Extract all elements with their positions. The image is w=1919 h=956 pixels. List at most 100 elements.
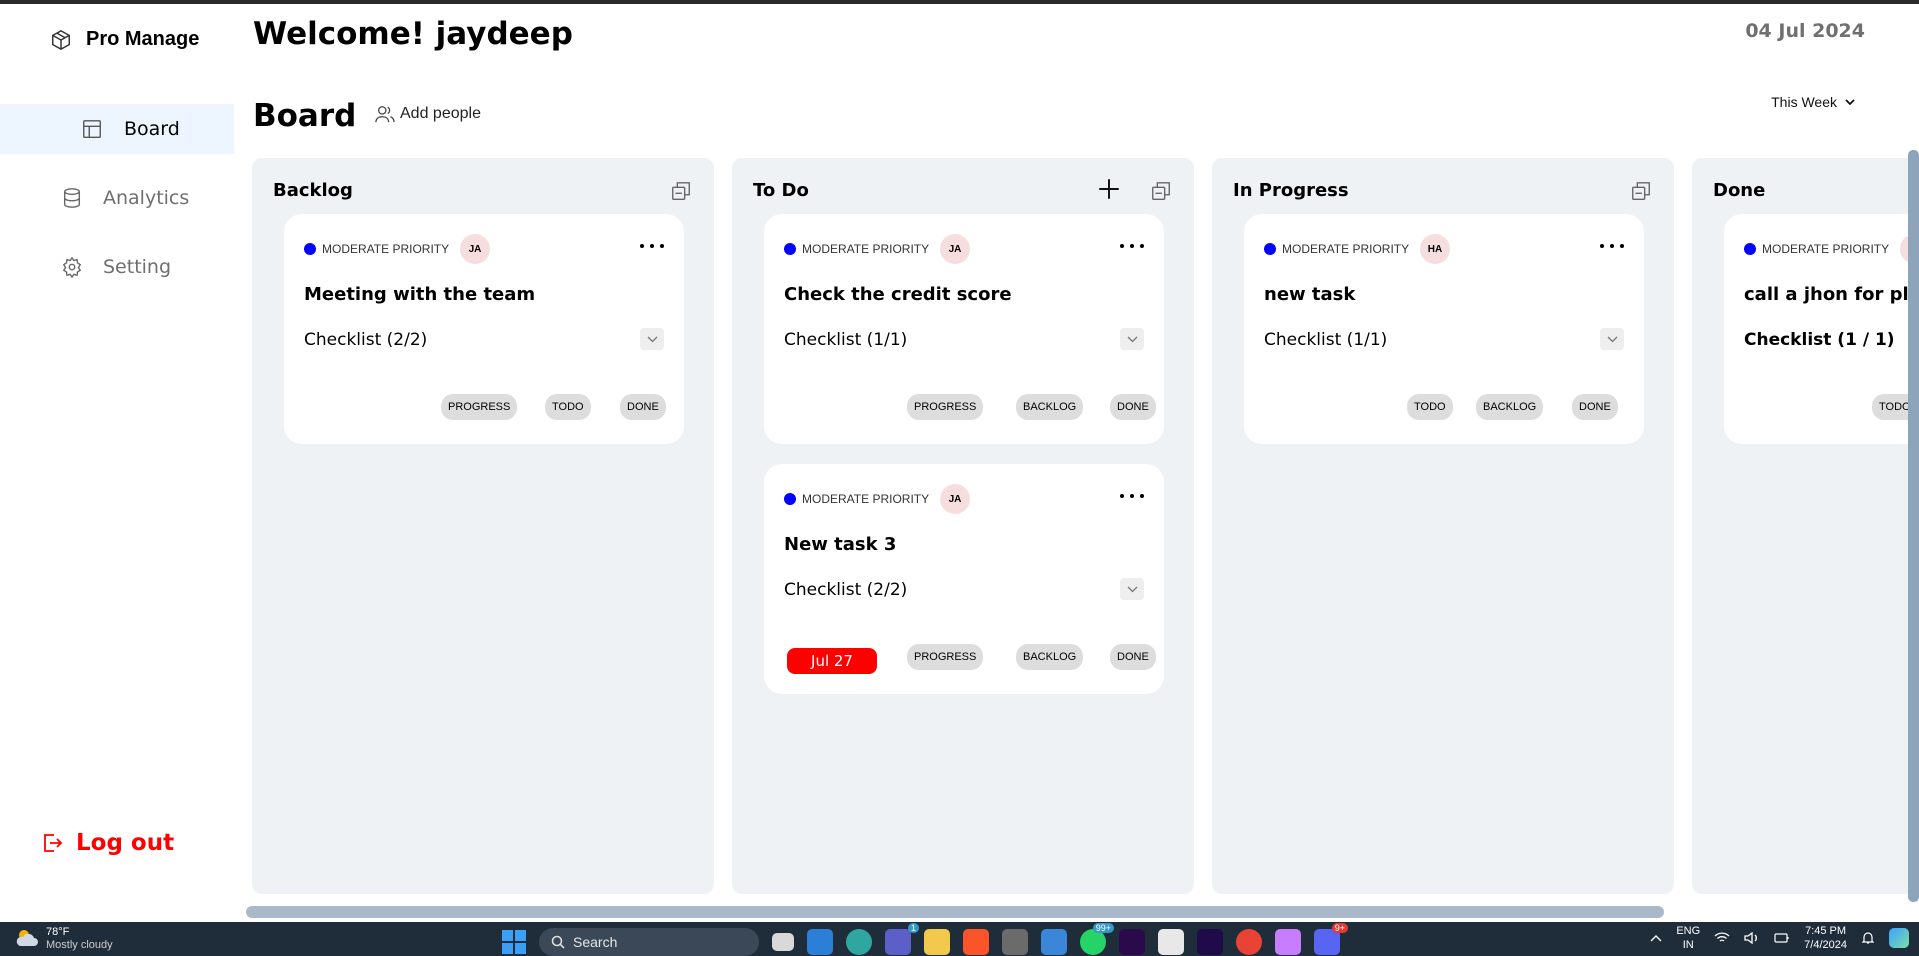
checklist-toggle-button[interactable] [1120,578,1144,600]
file-explorer-icon[interactable] [924,929,950,955]
assignee-avatar: HA [1420,234,1450,264]
chevron-down-icon [1845,98,1855,105]
layout-icon [80,117,104,141]
premiere-pro-icon[interactable] [1119,929,1145,955]
checklist-toggle-button[interactable] [1120,328,1144,350]
move-to-backlog-button[interactable]: BACKLOG [1476,394,1544,420]
checklist-label: Checklist (2/2) [304,330,428,350]
checklist-toggle-button[interactable] [1600,328,1624,350]
move-to-done-button[interactable]: DONE [620,394,666,420]
move-to-todo-button[interactable]: TODO [1407,394,1453,420]
slack-icon[interactable] [1158,929,1184,955]
move-to-done-button[interactable]: DONE [1572,394,1618,420]
move-to-done-button[interactable]: DONE [1110,394,1156,420]
more-options-icon[interactable] [1120,238,1144,254]
sidebar-item-setting[interactable]: Setting [0,242,234,292]
collapse-all-icon[interactable] [1150,180,1172,202]
brave-icon[interactable] [963,929,989,955]
checklist-label: Checklist (1/1) [1264,330,1388,350]
move-to-progress-button[interactable]: PROGRESS [907,644,984,670]
move-to-todo-button[interactable]: TODO [545,394,591,420]
vertical-scrollbar[interactable] [1908,150,1919,902]
move-to-progress-button[interactable]: PROGRESS [441,394,518,420]
cloud-icon [16,930,38,946]
priority-label: MODERATE PRIORITY [784,242,929,256]
teams-icon[interactable]: 1 [885,923,919,955]
move-to-done-button[interactable]: DONE [1110,644,1156,670]
move-to-progress-button[interactable]: PROGRESS [907,394,984,420]
week-filter-value: This Week [1771,94,1837,110]
edge-icon[interactable] [846,929,872,955]
due-date-badge: Jul 27 [787,648,877,674]
windows-start-icon[interactable] [502,930,526,954]
sidebar: Pro Manage Board Analytics Setting Log o… [0,4,234,922]
store-icon[interactable] [1041,929,1067,955]
task-title: new task [1264,284,1356,305]
priority-label: MODERATE PRIORITY [784,492,929,506]
copilot-icon[interactable] [1889,928,1909,948]
welcome-heading: Welcome! jaydeep [253,16,573,52]
language-indicator[interactable]: ENG IN [1676,924,1700,952]
wifi-icon[interactable] [1714,932,1730,944]
after-effects-icon[interactable] [1197,929,1223,955]
taskbar-search[interactable]: Search [539,928,759,956]
system-tray: ENG IN 7:45 PM 7/4/2024 [1650,924,1909,952]
week-filter-select[interactable]: This Week [1771,94,1855,110]
checklist-toggle-button[interactable] [640,328,664,350]
task-card[interactable]: MODERATE PRIORITY HA new task Checklist … [1244,214,1644,444]
assignee-avatar: JA [940,234,970,264]
more-options-icon[interactable] [640,238,664,254]
collapse-all-icon[interactable] [1630,180,1652,202]
priority-dot-icon [304,243,316,255]
volume-icon[interactable] [1744,932,1760,944]
checklist-label: Checklist (2/2) [784,580,908,600]
add-task-icon[interactable] [1096,176,1122,202]
search-label: Search [573,934,618,950]
vscode-icon[interactable] [807,929,833,955]
task-card[interactable]: MODERATE PRIORITY call a jhon for pla Ch… [1724,214,1919,444]
app-logo: Pro Manage [50,28,199,51]
system-clock[interactable]: 7:45 PM 7/4/2024 [1804,924,1847,952]
task-card[interactable]: MODERATE PRIORITY JA New task 3 Checklis… [764,464,1164,694]
add-people-button[interactable]: Add people [374,104,481,124]
page-title: Board [253,98,357,134]
chevron-down-icon [1607,336,1617,342]
unity-icon[interactable] [1002,929,1028,955]
discord-icon[interactable]: 9+ [1314,923,1348,955]
chevron-down-icon [1127,586,1137,592]
chevron-up-icon[interactable] [1650,934,1662,942]
column-todo: To Do MODERATE PRIORITY JA Check the cre… [732,158,1194,894]
chevron-down-icon [1127,336,1137,342]
more-options-icon[interactable] [1600,238,1624,254]
move-to-backlog-button[interactable]: BACKLOG [1016,394,1084,420]
collapse-all-icon[interactable] [670,180,692,202]
logout-button[interactable]: Log out [40,830,174,856]
app-name: Pro Manage [86,28,200,50]
task-card[interactable]: MODERATE PRIORITY JA Meeting with the te… [284,214,684,444]
notification-bell-icon[interactable] [1861,931,1875,945]
cube-icon [52,29,70,50]
priority-label: MODERATE PRIORITY [304,242,449,256]
battery-icon[interactable] [1774,933,1790,943]
checklist-label: Checklist (1/1) [784,330,908,350]
task-title: call a jhon for pla [1744,284,1919,305]
task-card[interactable]: MODERATE PRIORITY JA Check the credit sc… [764,214,1164,444]
task-view-icon[interactable] [772,933,794,951]
horizontal-scrollbar[interactable] [246,906,1664,918]
task-title: New task 3 [784,534,897,555]
database-icon [60,186,84,210]
column-done: Done MODERATE PRIORITY call a jhon for p… [1692,158,1919,894]
weather-condition: Mostly cloudy [46,939,113,951]
whatsapp-icon[interactable]: 99+ [1080,923,1114,955]
sidebar-item-board[interactable]: Board [0,104,234,154]
weather-widget[interactable]: 78°F Mostly cloudy [14,926,113,952]
assignee-avatar: JA [460,234,490,264]
more-options-icon[interactable] [1120,488,1144,504]
figma-icon[interactable] [1275,929,1301,955]
chrome-icon[interactable] [1236,929,1262,955]
task-title: Check the credit score [784,284,1012,305]
column-in-progress: In Progress MODERATE PRIORITY HA new tas… [1212,158,1674,894]
move-to-backlog-button[interactable]: BACKLOG [1016,644,1084,670]
sidebar-item-analytics[interactable]: Analytics [0,173,234,223]
column-title: Backlog [273,180,353,201]
